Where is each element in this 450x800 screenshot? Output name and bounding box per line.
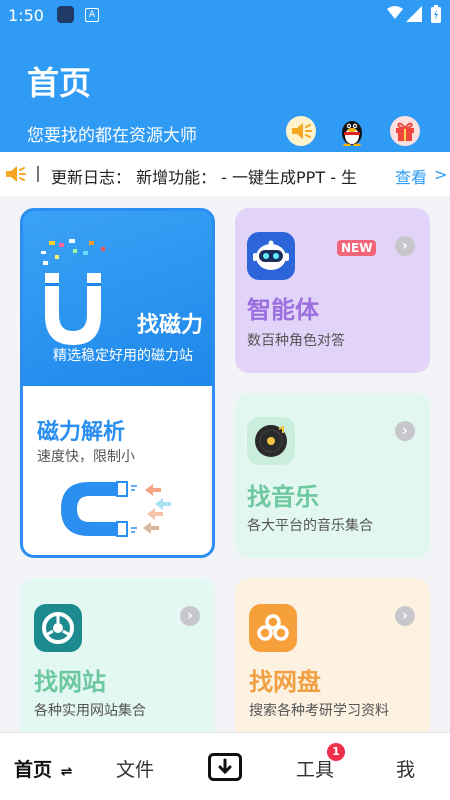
page-title: 首页 [27,64,92,102]
chevron-right-icon: › [395,421,415,441]
status-time: 1:50 [8,6,44,25]
notification-app-icon [57,6,74,23]
tab-me[interactable]: 我 [396,755,415,782]
gift-icon [396,122,414,141]
tab-home-label: 首页 [14,759,53,781]
music-app-icon [247,417,295,465]
gift-button[interactable] [390,116,420,146]
music-desc: 各大平台的音乐集合 [247,518,373,534]
announcement-text: 更新日志： 新增功能： - 一键生成PPT - 生 [51,168,358,187]
download-icon [208,753,242,781]
qq-group-button[interactable] [337,116,367,146]
netdisk-app-icon [249,604,297,652]
chevron-right-icon: › [395,236,415,256]
magnet-card[interactable]: 找磁力 精选稳定好用的磁力站 磁力解析 速度快，限制小 [20,208,215,558]
speaker-icon [6,166,26,182]
magnet-icon [41,239,105,345]
vinyl-record-icon [255,425,287,457]
app-header: 1:50 A 首页 您要找的都在资源大师 [0,0,450,152]
status-bar: 1:50 A [0,0,450,30]
qq-penguin-icon [342,121,362,146]
speaker-icon [292,123,312,139]
chevron-right-icon: › [180,606,200,626]
cloud-drive-icon [257,614,289,641]
robot-icon [253,240,289,270]
website-title: 找网站 [34,668,106,696]
tab-tools[interactable]: 工具 [296,755,334,782]
bottom-navigation: 首页 ⇌ 文件 工具 1 我 [0,732,450,800]
divider [37,166,39,182]
find-magnet-panel[interactable]: 找磁力 精选稳定好用的磁力站 [23,211,212,386]
agent-card[interactable]: NEW › 智能体 数百种角色对答 [235,208,430,373]
netdisk-desc: 搜索各种考研学习资料 [249,703,389,719]
netdisk-card[interactable]: › 找网盘 搜索各种考研学习资料 [235,578,430,732]
view-more-link[interactable]: 查看 [395,164,427,188]
announcement-button[interactable] [286,116,316,146]
tab-files[interactable]: 文件 [116,755,154,782]
music-card[interactable]: › 找音乐 各大平台的音乐集合 [235,393,430,558]
music-title: 找音乐 [247,483,319,511]
page-subtitle: 您要找的都在资源大师 [27,126,197,146]
announcement-bar[interactable]: 更新日志： 新增功能： - 一键生成PPT - 生 查看 > [0,152,450,196]
find-magnet-desc: 精选稳定好用的磁力站 [53,348,193,364]
tab-home[interactable]: 首页 ⇌ [14,755,72,782]
magnet-parse-panel[interactable]: 磁力解析 速度快，限制小 [23,386,212,555]
new-badge: NEW [337,240,377,256]
swap-icon: ⇌ [60,764,73,780]
magnet-parse-icon [61,481,171,537]
tools-badge: 1 [327,743,345,761]
agent-title: 智能体 [247,296,319,324]
magnet-parse-title: 磁力解析 [37,420,126,445]
chevron-right-icon: › [395,606,415,626]
chevron-right-icon: > [434,165,448,184]
find-magnet-title: 找磁力 [137,313,204,338]
battery-icon [431,5,441,23]
website-desc: 各种实用网站集合 [34,703,146,719]
website-app-icon [34,604,82,652]
tab-download[interactable] [208,753,242,785]
agent-desc: 数百种角色对答 [247,333,345,349]
website-card[interactable]: › 找网站 各种实用网站集合 [20,578,215,732]
netdisk-title: 找网盘 [249,668,321,696]
notification-a-icon: A [85,8,99,22]
browser-icon [42,612,74,644]
signal-icon [406,6,422,22]
wifi-icon [387,6,403,19]
magnet-parse-desc: 速度快，限制小 [37,449,135,465]
robot-app-icon [247,232,295,280]
